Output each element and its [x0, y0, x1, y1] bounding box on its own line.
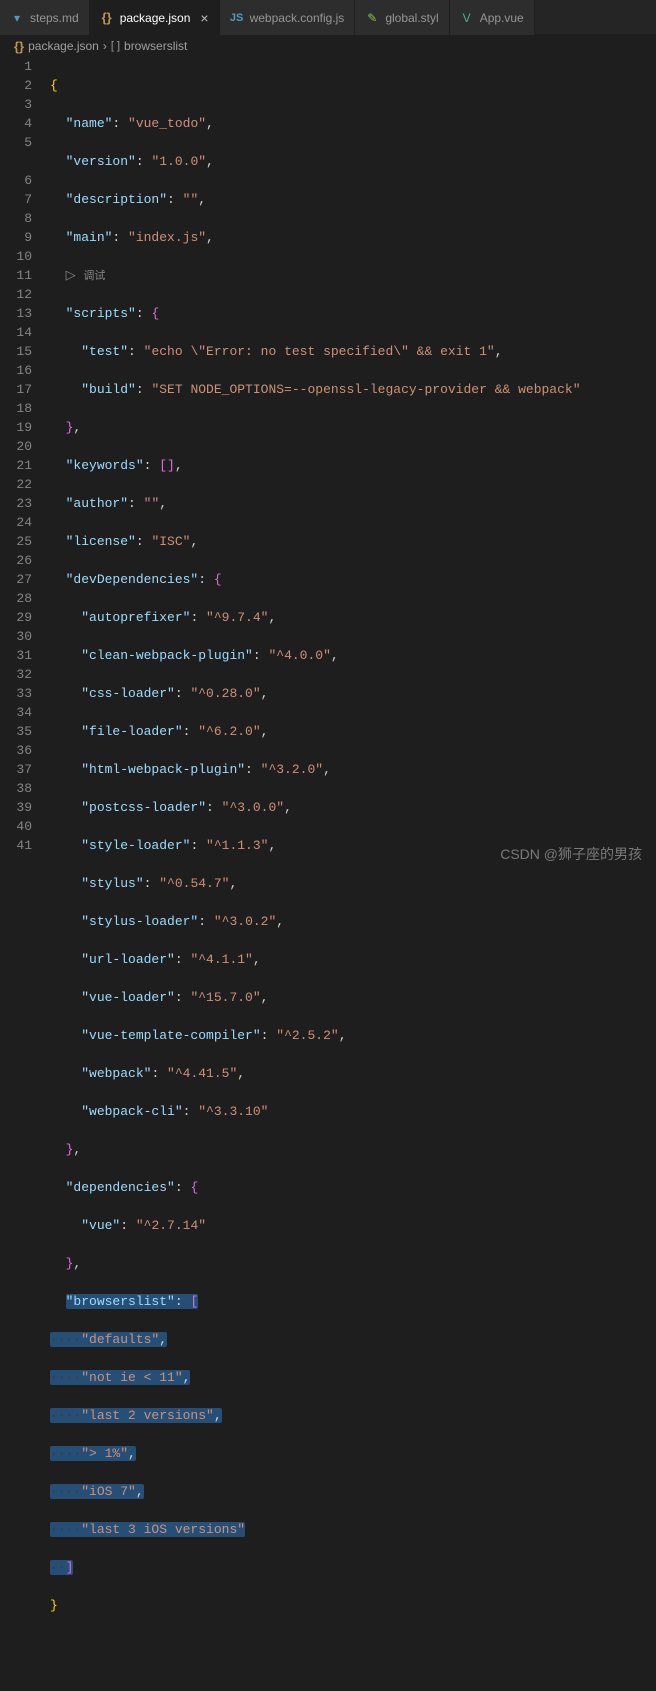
watermark: CSDN @狮子座的男孩 [500, 844, 642, 864]
array-icon: [ ] [111, 40, 120, 52]
chevron-right-icon: › [103, 39, 107, 53]
tab-label: App.vue [480, 11, 524, 25]
line-gutter: 1234567891011121314151617181920212223242… [0, 57, 50, 1691]
code-content[interactable]: { "name": "vue_todo", "version": "1.0.0"… [50, 57, 656, 1691]
tab-webpack-config[interactable]: JS webpack.config.js [220, 0, 356, 35]
code-editor[interactable]: 1234567891011121314151617181920212223242… [0, 57, 656, 1691]
tab-bar: ▾ steps.md {} package.json × JS webpack.… [0, 0, 656, 35]
tab-app-vue[interactable]: V App.vue [450, 0, 535, 35]
breadcrumb-file: package.json [28, 39, 99, 53]
json-icon: {} [100, 11, 114, 25]
close-icon[interactable]: × [200, 10, 208, 26]
debug-codelens[interactable]: 调试 [83, 271, 105, 283]
tab-label: package.json [120, 11, 191, 25]
stylus-icon: ✎ [365, 11, 379, 25]
markdown-icon: ▾ [10, 11, 24, 25]
json-icon: {} [14, 39, 24, 54]
tab-steps[interactable]: ▾ steps.md [0, 0, 90, 35]
tab-global-styl[interactable]: ✎ global.styl [355, 0, 449, 35]
breadcrumb[interactable]: {} package.json › [ ] browserslist [0, 35, 656, 57]
tab-label: global.styl [385, 11, 438, 25]
tab-package-json[interactable]: {} package.json × [90, 0, 220, 35]
js-icon: JS [230, 11, 244, 25]
vue-icon: V [460, 11, 474, 25]
tab-label: steps.md [30, 11, 79, 25]
tab-label: webpack.config.js [250, 11, 345, 25]
breadcrumb-path: browserslist [124, 39, 187, 53]
